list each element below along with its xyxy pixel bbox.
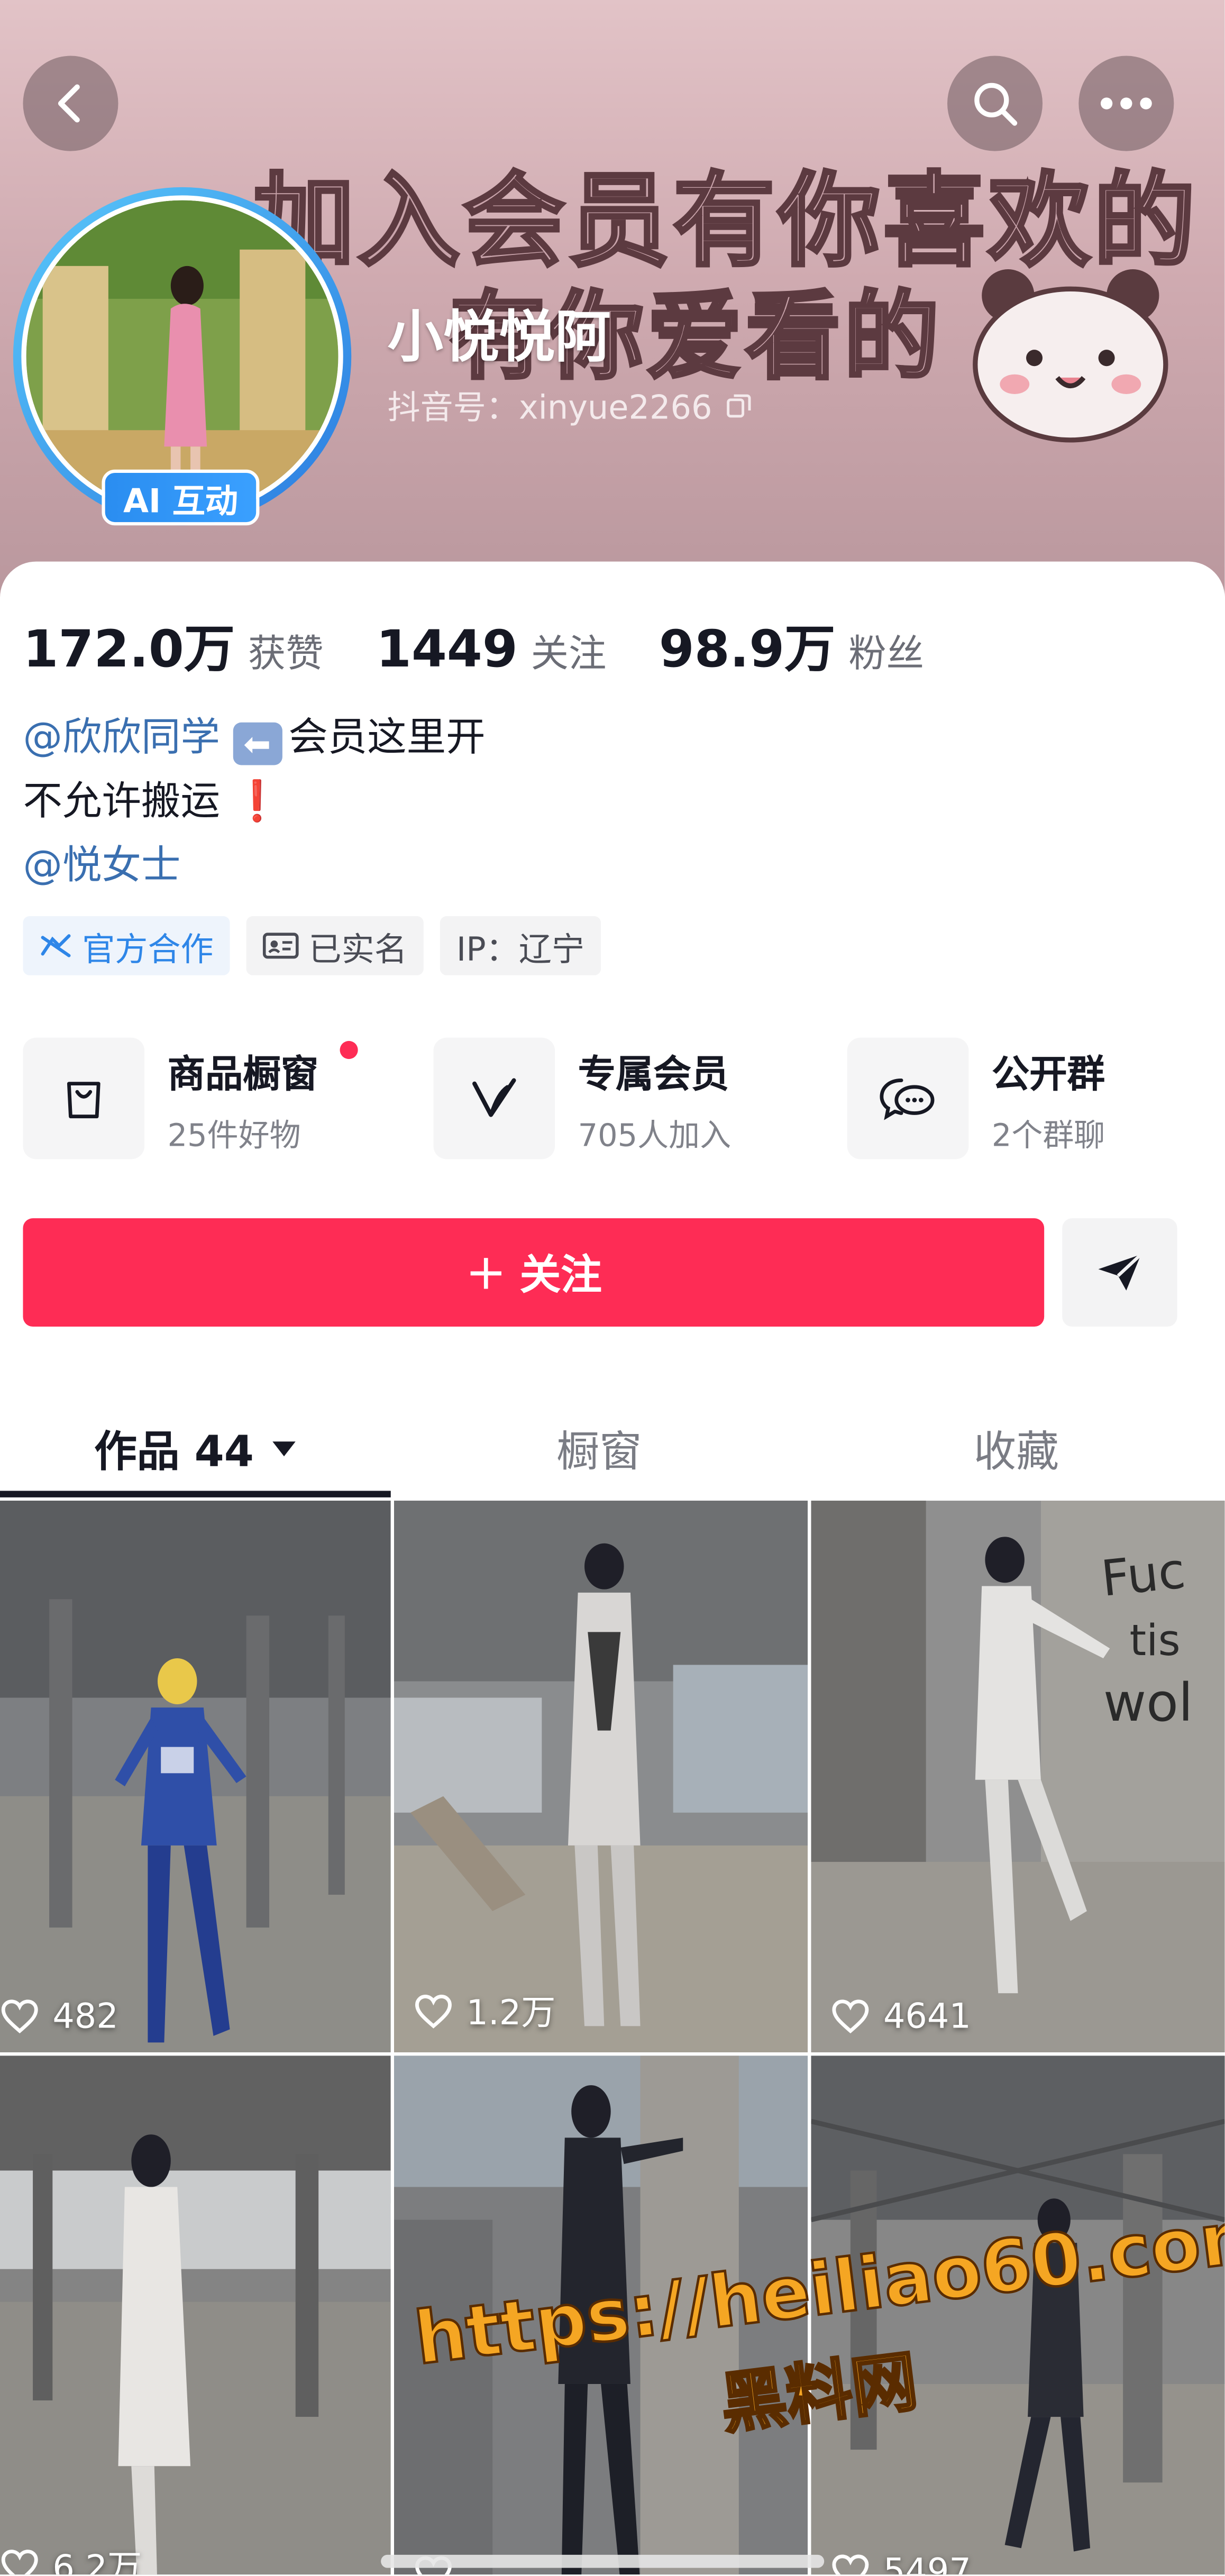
notification-dot [340, 1040, 358, 1059]
feature-title: 专属会员 [578, 1053, 729, 1096]
bio-text: 会员这里开 [288, 714, 486, 761]
video-likes: 482 [0, 1996, 118, 2036]
video-likes-count: 4641 [883, 1996, 971, 2036]
panda-sticker-icon [973, 269, 1168, 443]
official-cooperation-tag[interactable]: 官方合作 [23, 916, 230, 975]
chevron-left-icon [58, 84, 80, 123]
member-v-icon [472, 1078, 516, 1117]
tab-shop-window[interactable]: 橱窗 [391, 1395, 808, 1501]
svg-text:wol: wol [1103, 1673, 1193, 1733]
video-likes-count: 6.2万 [52, 2548, 142, 2575]
tab-shop-window-label: 橱窗 [556, 1427, 642, 1477]
heart-outline-icon [1, 1999, 38, 2034]
feature-public-group[interactable]: 公开群 2个群聊 [847, 1037, 1105, 1159]
ai-interaction-badge[interactable]: AI 互动 [102, 469, 260, 526]
feature-title: 公开群 [991, 1053, 1105, 1096]
video-likes-count: 5497 [883, 2551, 971, 2575]
tab-favorites-label: 收藏 [973, 1427, 1059, 1477]
exclamation-emoji-icon: ❗ [232, 778, 282, 825]
stat-likes[interactable]: 172.0万 获赞 [23, 607, 323, 681]
video-likes: 1.2万 [414, 1987, 555, 2036]
stat-following-value: 1449 [376, 620, 518, 680]
follow-button[interactable]: + 关注 [23, 1218, 1045, 1327]
home-indicator[interactable] [381, 2554, 825, 2568]
video-likes-count: 1.2万 [466, 1993, 556, 2033]
video-likes: 4641 [831, 1996, 971, 2036]
profile-tags: 官方合作 已实名 IP：辽宁 [23, 916, 601, 975]
stat-following-label: 关注 [531, 634, 607, 677]
heart-outline-icon [1, 2550, 38, 2575]
ip-location-tag: IP：辽宁 [440, 916, 601, 975]
tab-works[interactable]: 作品 44 [0, 1395, 391, 1501]
svg-text:Fuc: Fuc [1099, 1542, 1188, 1607]
avatar-photo-icon [26, 200, 339, 513]
video-preview-image [394, 1501, 808, 2052]
profile-nickname: 小悦悦阿 [387, 305, 611, 371]
feature-exclusive-member[interactable]: 专属会员 705人加入 [433, 1037, 732, 1159]
profile-features: 商品橱窗 25件好物 专属会员 705人加入 公开群 2个群聊 [23, 1037, 1205, 1159]
feature-shop-window[interactable]: 商品橱窗 25件好物 [23, 1037, 358, 1159]
more-button[interactable] [1078, 56, 1174, 151]
search-button[interactable] [947, 56, 1043, 151]
video-likes: 6.2万 [0, 2542, 142, 2575]
bio-line-3: @悦女士 [23, 834, 485, 898]
feature-subtitle: 705人加入 [578, 1117, 732, 1154]
id-card-icon [262, 933, 299, 959]
shopping-bag-icon [67, 1082, 100, 1119]
stat-following[interactable]: 1449 关注 [376, 620, 606, 680]
douyin-id-text: 抖音号：xinyue2266 [387, 387, 712, 427]
profile-bio: @欣欣同学 ⬅ 会员这里开 不允许搬运 ❗ @悦女士 [23, 706, 485, 898]
follow-button-label: 关注 [519, 1251, 602, 1299]
avatar-image [21, 195, 343, 517]
ip-location-label: IP：辽宁 [456, 928, 584, 968]
share-button[interactable] [1062, 1218, 1177, 1327]
back-button[interactable] [23, 56, 118, 151]
feature-subtitle: 2个群聊 [991, 1117, 1105, 1154]
tab-favorites[interactable]: 收藏 [808, 1395, 1224, 1501]
video-preview-image: Fuc tis wol [811, 1501, 1225, 2052]
video-thumbnail[interactable]: Fuc tis wol 4641 [811, 1501, 1225, 2052]
bio-mention-link[interactable]: @欣欣同学 [23, 714, 220, 760]
chat-bubbles-icon [880, 1079, 935, 1120]
stat-likes-value: 172.0万 [23, 620, 235, 680]
feature-title: 商品橱窗 [167, 1053, 319, 1096]
video-preview-image [0, 2056, 391, 2575]
heart-outline-icon [415, 1995, 452, 2029]
plus-icon: + [465, 1244, 507, 1301]
bio-text: 不允许搬运 [23, 778, 220, 825]
video-preview-image [0, 1501, 391, 2052]
bio-line-1: @欣欣同学 ⬅ 会员这里开 [23, 706, 486, 770]
stat-likes-label: 获赞 [248, 634, 324, 677]
stat-followers[interactable]: 98.9万 粉丝 [659, 607, 924, 681]
svg-text:tis: tis [1130, 1616, 1181, 1666]
feature-subtitle: 25件好物 [167, 1117, 301, 1154]
verified-label: 已实名 [308, 928, 407, 968]
caret-down-icon [272, 1441, 295, 1457]
heart-outline-icon [832, 1999, 869, 2034]
bio-line-2: 不允许搬运 ❗ [23, 770, 485, 834]
official-cooperation-label: 官方合作 [82, 928, 214, 968]
stat-followers-label: 粉丝 [848, 634, 925, 677]
video-likes-count: 482 [52, 1996, 118, 2036]
left-arrow-emoji-icon: ⬅ [232, 722, 282, 765]
verified-tag[interactable]: 已实名 [246, 916, 424, 975]
video-thumbnail[interactable]: 1.2万 [394, 1501, 808, 2052]
heart-outline-icon [832, 2554, 869, 2575]
video-thumbnail[interactable]: 482 [0, 1501, 391, 2052]
bio-mention-link[interactable]: @悦女士 [23, 842, 180, 888]
send-arrow-icon [1098, 1253, 1142, 1291]
more-dots-icon [1100, 97, 1152, 109]
handshake-icon [41, 934, 71, 957]
video-likes: 5497 [831, 2551, 971, 2575]
copy-icon[interactable] [725, 391, 752, 418]
search-icon [974, 83, 1018, 126]
profile-stats: 172.0万 获赞 1449 关注 98.9万 粉丝 [23, 607, 976, 681]
content-tabs: 作品 44 橱窗 收藏 [0, 1395, 1225, 1501]
douyin-id: 抖音号：xinyue2266 [388, 381, 752, 428]
tab-works-label: 作品 44 [94, 1427, 254, 1477]
video-thumbnail[interactable]: 6.2万 [0, 2056, 391, 2575]
stat-followers-value: 98.9万 [659, 620, 836, 680]
active-tab-indicator [0, 1491, 391, 1497]
